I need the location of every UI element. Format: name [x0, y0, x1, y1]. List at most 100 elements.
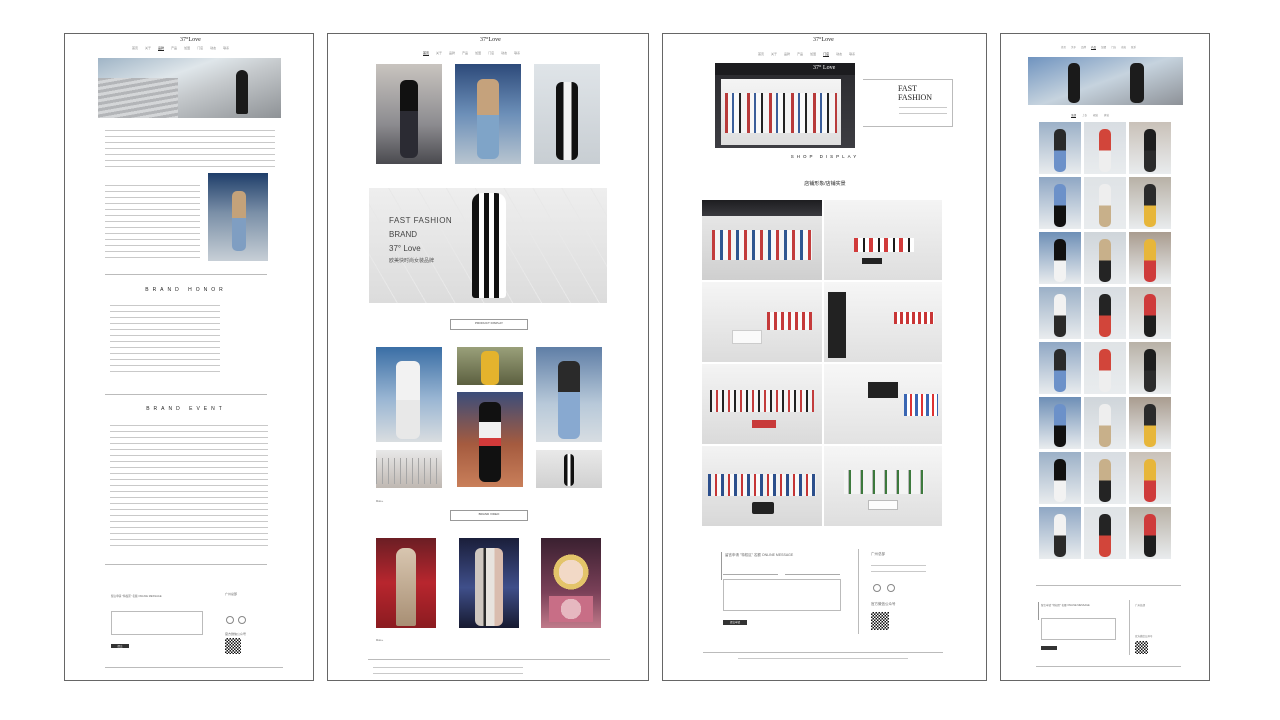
product-thumb[interactable]: [1039, 397, 1081, 449]
nav-item[interactable]: 动态: [501, 51, 507, 56]
nav-item[interactable]: 加盟: [810, 52, 816, 57]
store-photo[interactable]: [824, 282, 942, 362]
brand-video-button[interactable]: BRAND VIDEO: [450, 510, 528, 521]
message-textarea[interactable]: [1041, 618, 1116, 640]
product-thumb[interactable]: [1129, 507, 1171, 559]
nav-item[interactable]: 联系: [1131, 45, 1136, 50]
product-photo[interactable]: [455, 64, 521, 164]
nav-item[interactable]: 产品: [462, 51, 468, 56]
nav-item[interactable]: 品牌: [158, 46, 165, 51]
nav-item[interactable]: 品牌: [449, 51, 455, 56]
nav-item[interactable]: 关于: [145, 46, 151, 51]
brand-banner[interactable]: FAST FASHION BRAND 37° Love 欧美快时尚女装品牌: [369, 188, 607, 303]
nav-item[interactable]: 产品: [797, 52, 803, 57]
product-photo[interactable]: [536, 450, 602, 488]
product-photo[interactable]: [376, 64, 442, 164]
nav-item[interactable]: 关于: [771, 52, 777, 57]
wechat-icon[interactable]: [887, 584, 895, 592]
product-thumb[interactable]: [1129, 177, 1171, 229]
message-textarea[interactable]: [111, 611, 203, 635]
weibo-icon[interactable]: [226, 616, 234, 624]
nav-item[interactable]: 首页: [423, 51, 430, 56]
category-tab[interactable]: 裙装: [1093, 113, 1098, 118]
category-tab[interactable]: 裤装: [1104, 113, 1109, 118]
product-thumb[interactable]: [1039, 507, 1081, 559]
nav-item[interactable]: 加盟: [1101, 45, 1106, 50]
nav-item[interactable]: 联系: [223, 46, 229, 51]
nav-item[interactable]: 产品: [1091, 45, 1097, 50]
nav-item[interactable]: 动态: [210, 46, 216, 51]
store-photo[interactable]: [702, 282, 822, 362]
product-thumb[interactable]: [1084, 342, 1126, 394]
product-thumb[interactable]: [1084, 397, 1126, 449]
wechat-icon[interactable]: [238, 616, 246, 624]
product-thumb[interactable]: [1084, 452, 1126, 504]
nav-item[interactable]: 门店: [823, 52, 830, 57]
storefront-image[interactable]: 37° Love: [715, 63, 855, 148]
nav-item[interactable]: 联系: [849, 52, 855, 57]
store-photo[interactable]: [824, 446, 942, 526]
nav-item[interactable]: 首页: [132, 46, 138, 51]
product-thumb[interactable]: [1039, 452, 1081, 504]
nav-item[interactable]: 品牌: [784, 52, 790, 57]
nav-item[interactable]: 加盟: [475, 51, 481, 56]
product-thumb[interactable]: [1129, 122, 1171, 174]
product-photo[interactable]: [457, 392, 523, 487]
store-photo[interactable]: [702, 200, 822, 280]
product-photo[interactable]: [457, 347, 523, 385]
product-thumb[interactable]: [1084, 287, 1126, 339]
nav-item[interactable]: 门店: [488, 51, 494, 56]
video-thumb[interactable]: [459, 538, 519, 628]
video-thumb[interactable]: [541, 538, 601, 628]
nav-item[interactable]: 动态: [1121, 45, 1126, 50]
store-photo[interactable]: [824, 200, 942, 280]
brand-logo[interactable]: 37°Love: [180, 37, 201, 43]
submit-button[interactable]: 提交: [111, 644, 129, 648]
submit-button[interactable]: 提交申请: [723, 620, 747, 625]
message-textarea[interactable]: [723, 579, 841, 611]
more-link[interactable]: More+: [376, 500, 383, 503]
phone-field[interactable]: [785, 574, 840, 575]
product-thumb[interactable]: [1129, 232, 1171, 284]
product-thumb[interactable]: [1039, 287, 1081, 339]
product-thumb[interactable]: [1039, 122, 1081, 174]
product-display-button[interactable]: PRODUCT DISPLAY: [450, 319, 528, 330]
nav-item[interactable]: 关于: [436, 51, 442, 56]
product-photo[interactable]: [536, 347, 602, 442]
nav-item[interactable]: 门店: [197, 46, 203, 51]
nav-item[interactable]: 关于: [1071, 45, 1076, 50]
product-photo[interactable]: [376, 347, 442, 442]
product-thumb[interactable]: [1129, 287, 1171, 339]
product-thumb[interactable]: [1084, 232, 1126, 284]
nav-item[interactable]: 动态: [836, 52, 842, 57]
more-link[interactable]: More+: [376, 639, 383, 642]
product-thumb[interactable]: [1129, 452, 1171, 504]
product-thumb[interactable]: [1039, 177, 1081, 229]
product-photo[interactable]: [534, 64, 600, 164]
nav-item[interactable]: 门店: [1111, 45, 1116, 50]
category-banner[interactable]: [1028, 57, 1183, 105]
product-photo[interactable]: [376, 450, 442, 488]
product-thumb[interactable]: [1084, 122, 1126, 174]
product-thumb[interactable]: [1084, 177, 1126, 229]
product-thumb[interactable]: [1084, 507, 1126, 559]
brand-logo[interactable]: 37°Love: [480, 37, 501, 43]
name-field[interactable]: [723, 574, 778, 575]
store-photo[interactable]: [702, 446, 822, 526]
product-thumb[interactable]: [1039, 232, 1081, 284]
store-photo[interactable]: [824, 364, 942, 444]
product-thumb[interactable]: [1129, 397, 1171, 449]
category-tab[interactable]: 上衣: [1082, 113, 1087, 118]
video-thumb[interactable]: [376, 538, 436, 628]
nav-item[interactable]: 品牌: [1081, 45, 1086, 50]
category-tab[interactable]: 全部: [1071, 113, 1077, 118]
nav-item[interactable]: 加盟: [184, 46, 190, 51]
submit-button[interactable]: [1041, 646, 1057, 650]
brand-logo[interactable]: 37°Love: [813, 37, 834, 43]
store-photo[interactable]: [702, 364, 822, 444]
product-thumb[interactable]: [1129, 342, 1171, 394]
product-thumb[interactable]: [1039, 342, 1081, 394]
nav-item[interactable]: 联系: [514, 51, 520, 56]
nav-item[interactable]: 首页: [758, 52, 764, 57]
weibo-icon[interactable]: [873, 584, 881, 592]
